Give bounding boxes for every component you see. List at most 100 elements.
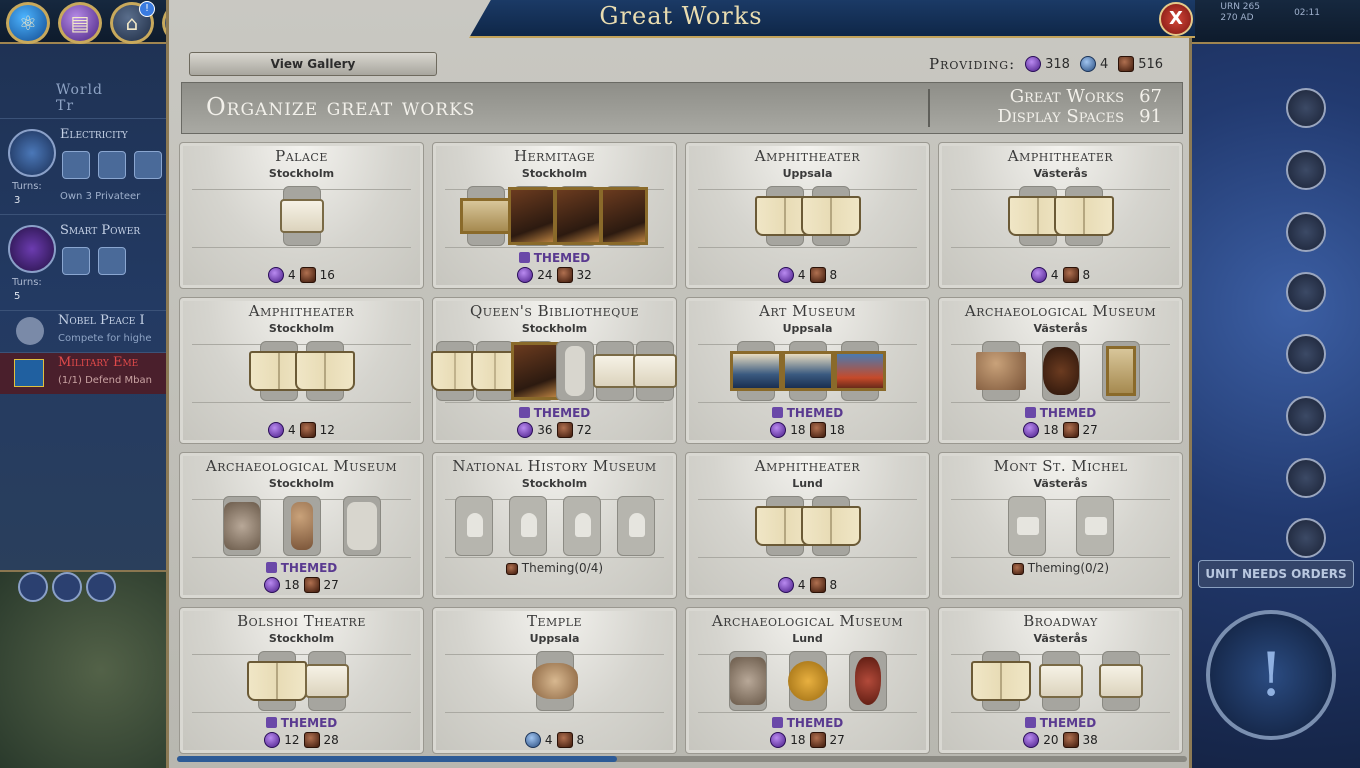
work-slot[interactable] xyxy=(342,496,381,556)
next-turn-button[interactable]: ! xyxy=(1206,610,1336,740)
work-slot[interactable] xyxy=(507,186,556,246)
scrollbar-thumb[interactable] xyxy=(177,756,617,762)
work-slot[interactable] xyxy=(970,651,1031,711)
culture-icon xyxy=(268,422,285,438)
yield-row: 12 28 xyxy=(180,732,423,748)
empty-slot[interactable] xyxy=(616,496,655,556)
nobel-peace-tracker[interactable]: Nobel Peace I Compete for highe xyxy=(0,310,168,352)
culture-value: 4 xyxy=(288,268,296,282)
close-button[interactable]: X xyxy=(1159,2,1193,36)
work-slot[interactable] xyxy=(553,186,602,246)
work-slot[interactable] xyxy=(833,341,886,401)
work-slot[interactable] xyxy=(781,341,834,401)
themed-icon xyxy=(771,717,783,728)
trophy-icon[interactable] xyxy=(1286,272,1326,312)
work-slot[interactable] xyxy=(754,496,815,556)
unit-needs-orders-button[interactable]: UNIT NEEDS ORDERS xyxy=(1198,560,1354,588)
work-slot[interactable] xyxy=(754,186,815,246)
work-slot[interactable] xyxy=(1053,186,1114,246)
map-pin-icon[interactable] xyxy=(52,572,82,602)
map-search-icon[interactable] xyxy=(86,572,116,602)
work-slot[interactable] xyxy=(294,341,355,401)
smart-power-icon xyxy=(8,225,56,273)
providing-summary: Providing: 318 4 516 xyxy=(929,52,1189,76)
work-slot[interactable] xyxy=(787,651,828,711)
fist-icon[interactable] xyxy=(1286,150,1326,190)
empty-slot[interactable] xyxy=(562,496,601,556)
building-name: Amphitheater xyxy=(754,457,861,475)
civic-name: Smart Power xyxy=(60,223,141,238)
spiral-icon[interactable] xyxy=(1286,458,1326,498)
military-emergency-tracker[interactable]: Military Eme (1/1) Defend Mban xyxy=(0,352,168,394)
work-slot[interactable] xyxy=(222,496,261,556)
government-icon[interactable]: ⌂! xyxy=(110,1,155,44)
city-name: Västerås xyxy=(1033,477,1088,490)
tourism-icon xyxy=(299,422,316,438)
building-card-archaeological-museum: Archaeological Museum Stockholm THEMED 1… xyxy=(179,452,424,599)
scrollbar[interactable] xyxy=(177,756,1187,762)
work-slot[interactable] xyxy=(1101,341,1140,401)
work-slot[interactable] xyxy=(531,651,578,711)
work-slot[interactable] xyxy=(510,341,559,401)
empty-slot[interactable] xyxy=(508,496,547,556)
work-slot[interactable] xyxy=(279,186,324,246)
sword-icon[interactable] xyxy=(1286,212,1326,252)
themed-label: THEMED xyxy=(180,561,423,575)
empty-slot[interactable] xyxy=(1007,496,1046,556)
electricity-icon xyxy=(8,129,56,177)
building-name: Amphitheater xyxy=(248,302,355,320)
slot-row xyxy=(433,183,676,249)
city-name: Västerås xyxy=(1033,632,1088,645)
scroll-icon xyxy=(1105,346,1136,396)
work-slot[interactable] xyxy=(1041,341,1080,401)
work-slot[interactable] xyxy=(800,496,861,556)
providing-label: Providing: xyxy=(929,55,1016,73)
work-slot[interactable] xyxy=(430,341,479,401)
themed-label: THEMED xyxy=(939,406,1182,420)
work-slot[interactable] xyxy=(459,186,512,246)
yield-row: 18 27 xyxy=(939,422,1182,438)
view-gallery-button[interactable]: View Gallery xyxy=(189,52,437,76)
work-slot[interactable] xyxy=(632,341,677,401)
tech-tracker[interactable]: Electricity Turns: 3 Own 3 Privateer xyxy=(0,118,168,214)
work-slot[interactable] xyxy=(1007,186,1068,246)
empty-slot[interactable] xyxy=(1075,496,1114,556)
flag-red-icon[interactable] xyxy=(1286,396,1326,436)
work-slot[interactable] xyxy=(470,341,519,401)
empty-slot[interactable] xyxy=(454,496,493,556)
providing-culture: 318 xyxy=(1045,56,1070,72)
culture-icon xyxy=(517,267,534,283)
work-slot[interactable] xyxy=(975,341,1026,401)
work-slot[interactable] xyxy=(592,341,637,401)
person-icon[interactable] xyxy=(1286,518,1326,558)
hand-icon[interactable] xyxy=(1286,334,1326,374)
work-slot[interactable] xyxy=(599,186,648,246)
work-slot[interactable] xyxy=(728,651,767,711)
work-slot[interactable] xyxy=(848,651,887,711)
culture-value: 12 xyxy=(284,733,300,747)
great-works-modal: Great Works X View Gallery Providing: 31… xyxy=(166,0,1195,768)
work-slot[interactable] xyxy=(1038,651,1083,711)
yield-row: 4 8 xyxy=(686,577,929,593)
work-slot[interactable] xyxy=(555,341,594,401)
providing-faith: 4 xyxy=(1099,56,1109,72)
world-tracker-title: World Tr xyxy=(56,82,103,114)
civic-tracker[interactable]: Smart Power Turns: 5 xyxy=(0,214,168,310)
civic-turns-label: Turns: xyxy=(12,277,42,288)
work-slot[interactable] xyxy=(246,651,307,711)
work-slot[interactable] xyxy=(282,496,321,556)
work-slot[interactable] xyxy=(248,341,309,401)
city-name: Västerås xyxy=(1033,167,1088,180)
tech-boost: Own 3 Privateer xyxy=(60,191,141,202)
tourism-icon xyxy=(1011,562,1024,575)
work-slot[interactable] xyxy=(304,651,349,711)
work-slot[interactable] xyxy=(800,186,861,246)
work-slot[interactable] xyxy=(1098,651,1143,711)
work-slot[interactable] xyxy=(729,341,782,401)
book-icon xyxy=(800,506,861,546)
city-name: Stockholm xyxy=(268,167,335,180)
civics-icon[interactable]: ▤ xyxy=(58,2,102,44)
science-icon[interactable]: ⚛ xyxy=(6,2,50,44)
unit-icon[interactable] xyxy=(1286,88,1326,128)
lens-icon[interactable] xyxy=(18,572,48,602)
